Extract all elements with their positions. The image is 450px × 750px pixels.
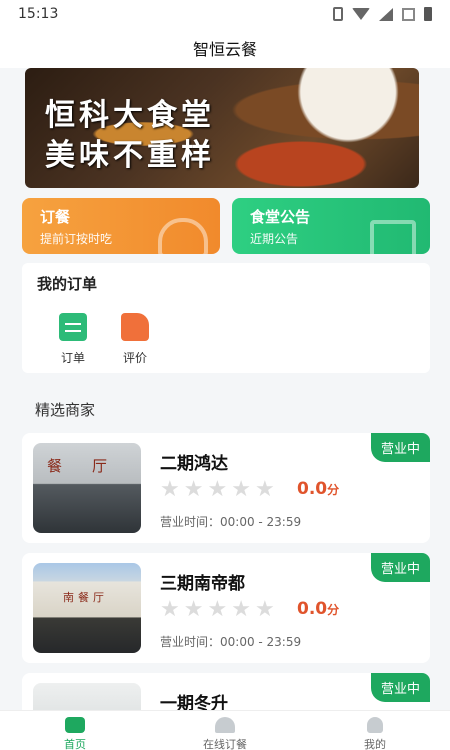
reviews-label: 评价 [122,351,147,365]
tab-mine-label: 我的 [364,738,386,750]
star-icon: ★ [207,597,228,622]
home-icon [65,717,85,733]
merchant-card[interactable]: 南餐厅 三期南帝都 ★ ★ ★ ★ ★ 0.0分 营业时间：00:00 - 23… [22,553,430,663]
merchant-sign: 餐厅 [47,457,138,475]
vibrate-icon [333,7,343,21]
banner-image[interactable]: 恒科大食堂 美味不重样 [25,68,419,188]
star-icon: ★ [254,597,275,622]
merchant-score: 0.0分 [297,479,340,499]
my-orders-panel: 我的订单 订单 评价 [22,263,430,373]
bottom-tab-bar: 首页 在线订餐 我的 [0,710,450,750]
star-icon: ★ [254,477,275,502]
signal-icon [379,7,393,21]
user-icon [367,717,383,733]
status-icons [333,7,432,21]
star-icon: ★ [207,477,228,502]
banner-line-1: 恒科大食堂 [45,98,215,133]
tab-online-order-label: 在线订餐 [203,738,247,750]
rating-stars: ★ ★ ★ ★ ★ [160,479,275,501]
clipboard-icon [59,313,87,341]
battery-icon [424,7,432,21]
status-time: 15:13 [18,6,59,22]
star-icon: ★ [231,597,251,622]
star-icon: ★ [160,597,180,622]
order-meal-card[interactable]: 订餐 提前订按时吃 [22,198,220,254]
star-icon: ★ [183,597,204,622]
no-sim-icon [402,7,415,21]
banner-line-2: 美味不重样 [45,138,215,173]
merchant-hours: 营业时间：00:00 - 23:59 [160,635,302,649]
merchant-photo: 餐厅 [33,443,141,533]
orders-label: 订单 [60,351,85,365]
merchant-score: 0.0分 [297,599,340,619]
open-status-badge: 营业中 [370,553,430,582]
open-status-badge: 营业中 [370,433,430,462]
wifi-icon [352,8,370,20]
page-title: 智恒云餐 [0,28,450,68]
tab-home-label: 首页 [64,738,86,750]
merchant-photo: 南餐厅 [33,563,141,653]
orders-button[interactable]: 订单 [51,313,95,366]
merchant-hours: 营业时间：00:00 - 23:59 [160,515,302,529]
star-icon: ★ [231,477,251,502]
featured-merchants-title: 精选商家 [35,401,96,419]
merchant-name: 三期南帝都 [160,574,245,594]
tab-mine[interactable]: 我的 [300,711,450,750]
canteen-notice-card[interactable]: 食堂公告 近期公告 [232,198,430,254]
open-status-badge: 营业中 [370,673,430,702]
thumbs-up-icon [121,313,149,341]
cloche-icon [215,717,235,733]
star-icon: ★ [160,477,180,502]
status-bar: 15:13 [0,0,450,28]
rating-stars: ★ ★ ★ ★ ★ [160,599,275,621]
merchant-name: 二期鸿达 [160,454,228,474]
merchant-card[interactable]: 餐厅 二期鸿达 ★ ★ ★ ★ ★ 0.0分 营业时间：00:00 - 23:5… [22,433,430,543]
reviews-button[interactable]: 评价 [113,313,157,366]
notice-board-icon [370,220,416,254]
merchant-sign: 南餐厅 [63,591,108,604]
tab-home[interactable]: 首页 [0,711,150,750]
star-icon: ★ [183,477,204,502]
tab-online-order[interactable]: 在线订餐 [150,711,300,750]
my-orders-title: 我的订单 [37,275,98,293]
